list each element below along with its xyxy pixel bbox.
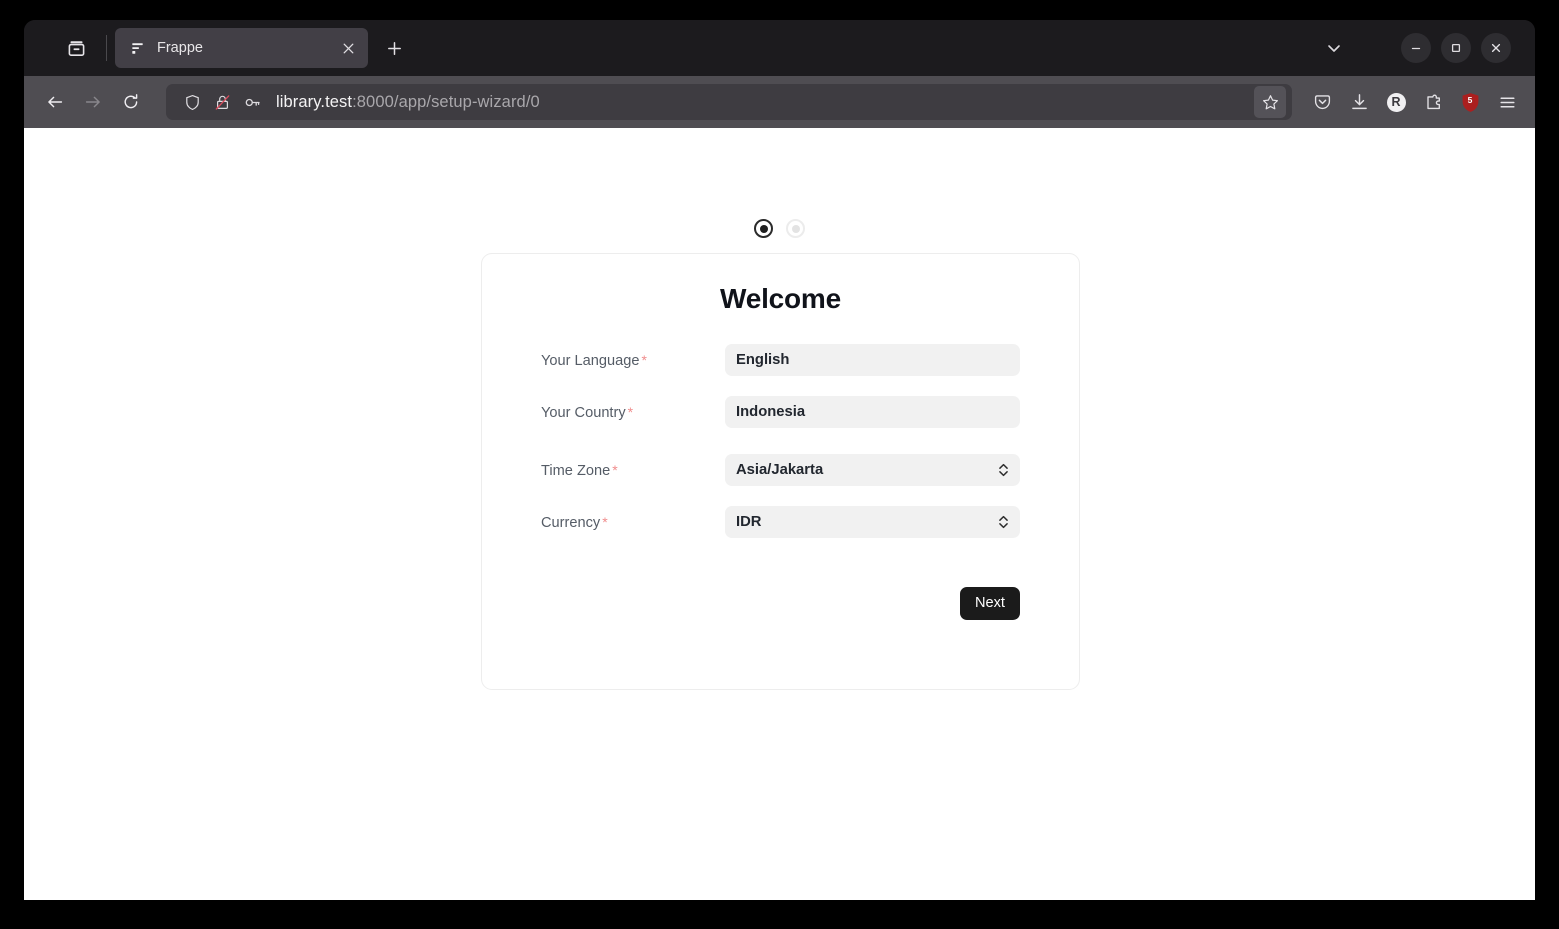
card-actions: Next — [482, 587, 1079, 620]
label-your-country: Your Country * — [541, 404, 725, 421]
frappe-logo-icon — [129, 40, 146, 57]
field-row-time-zone: Time Zone * Asia/Jakarta — [541, 452, 1020, 488]
tabstrip-divider — [106, 35, 107, 61]
navigation-toolbar: library.test:8000/app/setup-wizard/0 R 5 — [24, 76, 1535, 128]
step-dot-2[interactable] — [786, 219, 805, 238]
locale-field-group: Your Language * English Your Country * Ind… — [541, 342, 1020, 430]
url-text[interactable]: library.test:8000/app/setup-wizard/0 — [276, 93, 1252, 112]
value-time-zone: Asia/Jakarta — [736, 462, 824, 478]
setup-form: Your Language * English Your Country * Ind… — [482, 342, 1079, 540]
required-asterisk: * — [627, 403, 634, 420]
label-text: Your Language — [541, 352, 640, 369]
url-path: :8000/app/setup-wizard/0 — [352, 92, 540, 111]
required-asterisk: * — [641, 351, 647, 368]
window-minimize-button[interactable] — [1401, 33, 1431, 63]
setup-wizard-card: Welcome Your Language * English Your Coun… — [481, 253, 1080, 690]
page-viewport: Welcome Your Language * English Your Coun… — [24, 128, 1535, 900]
value-your-language: English — [736, 352, 790, 368]
regional-field-group: Time Zone * Asia/Jakarta Currency * IDR — [541, 452, 1020, 540]
input-your-language[interactable]: English — [725, 344, 1020, 376]
pocket-save-icon[interactable] — [1304, 84, 1340, 120]
broken-lock-icon[interactable] — [208, 88, 236, 116]
label-time-zone: Time Zone * — [541, 462, 725, 479]
ublock-shield-badge: 5 — [1461, 92, 1480, 113]
toolbar-icon-group: R 5 — [1304, 84, 1525, 120]
chevron-updown-icon[interactable] — [996, 512, 1010, 532]
application-menu-icon[interactable] — [1489, 84, 1525, 120]
next-button[interactable]: Next — [959, 587, 1020, 620]
chevron-updown-icon[interactable] — [996, 460, 1010, 480]
url-bar[interactable]: library.test:8000/app/setup-wizard/0 — [166, 84, 1292, 120]
input-your-country[interactable]: Indonesia — [725, 396, 1020, 428]
value-currency: IDR — [736, 514, 762, 530]
window-close-button[interactable] — [1481, 33, 1511, 63]
tab-title: Frappe — [157, 40, 203, 56]
url-host: library.test — [276, 92, 353, 111]
step-dot-1[interactable] — [754, 219, 773, 238]
forward-button[interactable] — [76, 85, 110, 119]
label-your-language: Your Language * — [541, 352, 725, 369]
ublock-badge-count: 5 — [1467, 94, 1473, 105]
select-currency[interactable]: IDR — [725, 506, 1020, 538]
tab-close-icon[interactable] — [336, 36, 360, 60]
account-avatar-icon[interactable]: R — [1378, 84, 1414, 120]
firefox-view-button[interactable] — [56, 31, 96, 65]
ublock-origin-icon[interactable]: 5 — [1452, 84, 1488, 120]
setup-step-indicator — [24, 219, 1535, 238]
field-row-your-country: Your Country * Indonesia — [541, 394, 1020, 430]
list-all-tabs-button[interactable] — [1317, 33, 1351, 63]
window-controls — [1401, 33, 1523, 63]
saved-logins-key-icon[interactable] — [238, 88, 266, 116]
browser-window: Frappe library.test:8000/app/setup-wizar… — [24, 20, 1535, 900]
back-button[interactable] — [38, 85, 72, 119]
select-time-zone[interactable]: Asia/Jakarta — [725, 454, 1020, 486]
page-title: Welcome — [719, 283, 842, 314]
label-text: Currency — [541, 514, 601, 531]
new-tab-button[interactable] — [378, 32, 410, 64]
tracking-protection-shield-icon[interactable] — [178, 88, 206, 116]
field-row-currency: Currency * IDR — [541, 504, 1020, 540]
label-text: Time Zone — [541, 462, 611, 479]
field-row-your-language: Your Language * English — [541, 342, 1020, 378]
reload-button[interactable] — [114, 85, 148, 119]
avatar-initial: R — [1386, 92, 1406, 112]
tab-strip: Frappe — [24, 20, 1535, 76]
label-text: Your Country — [541, 404, 626, 421]
window-maximize-button[interactable] — [1441, 33, 1471, 63]
required-asterisk: * — [612, 461, 618, 478]
extensions-puzzle-icon[interactable] — [1415, 84, 1451, 120]
bookmark-star-icon[interactable] — [1254, 86, 1286, 118]
browser-tab-frappe[interactable]: Frappe — [115, 28, 368, 68]
value-your-country: Indonesia — [736, 404, 806, 420]
label-currency: Currency * — [541, 514, 725, 531]
downloads-icon[interactable] — [1341, 84, 1377, 120]
required-asterisk: * — [602, 513, 608, 530]
